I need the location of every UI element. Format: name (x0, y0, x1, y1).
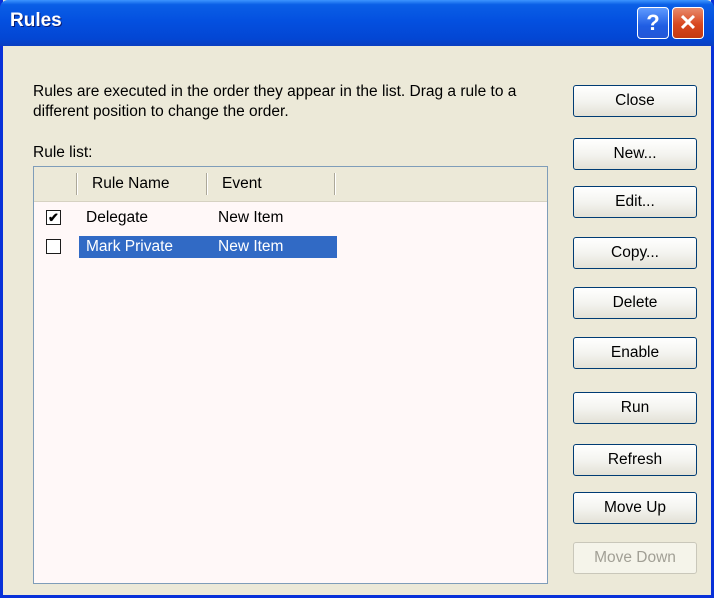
rule-event: New Item (218, 209, 284, 226)
copy-button[interactable]: Copy... (573, 237, 697, 269)
rule-enabled-checkbox[interactable] (46, 239, 61, 254)
new-button[interactable]: New... (573, 138, 697, 170)
column-header-rule-name[interactable]: Rule Name (92, 167, 170, 201)
delete-button[interactable]: Delete (573, 287, 697, 319)
rules-dialog: Rules ? ✕ Rules are executed in the orde… (0, 0, 714, 598)
close-button[interactable]: Close (573, 85, 697, 117)
close-window-button[interactable]: ✕ (672, 7, 704, 39)
rule-event: New Item (218, 238, 284, 255)
help-button[interactable]: ? (637, 7, 669, 39)
rule-row[interactable]: Mark Private New Item (34, 236, 547, 258)
window-title: Rules (10, 10, 62, 31)
title-bar[interactable]: Rules ? ✕ (0, 0, 714, 46)
rule-list-label: Rule list: (33, 144, 93, 161)
header-separator (206, 173, 207, 195)
refresh-button[interactable]: Refresh (573, 444, 697, 476)
question-icon: ? (646, 10, 660, 35)
rule-list[interactable]: Rule Name Event ✔ Delegate New Item Mark… (33, 166, 548, 584)
header-separator (334, 173, 335, 195)
rule-name: Delegate (86, 209, 149, 226)
rule-row[interactable]: ✔ Delegate New Item (34, 207, 547, 229)
move-up-button[interactable]: Move Up (573, 492, 697, 524)
list-header: Rule Name Event (34, 167, 547, 202)
header-separator (76, 173, 77, 195)
column-header-event[interactable]: Event (222, 167, 262, 201)
rule-name: Mark Private (86, 238, 173, 255)
close-icon: ✕ (678, 10, 698, 35)
move-down-button[interactable]: Move Down (573, 542, 697, 574)
enable-button[interactable]: Enable (573, 337, 697, 369)
run-button[interactable]: Run (573, 392, 697, 424)
edit-button[interactable]: Edit... (573, 186, 697, 218)
description-text: Rules are executed in the order they app… (33, 83, 517, 120)
rule-enabled-checkbox[interactable]: ✔ (46, 210, 61, 225)
